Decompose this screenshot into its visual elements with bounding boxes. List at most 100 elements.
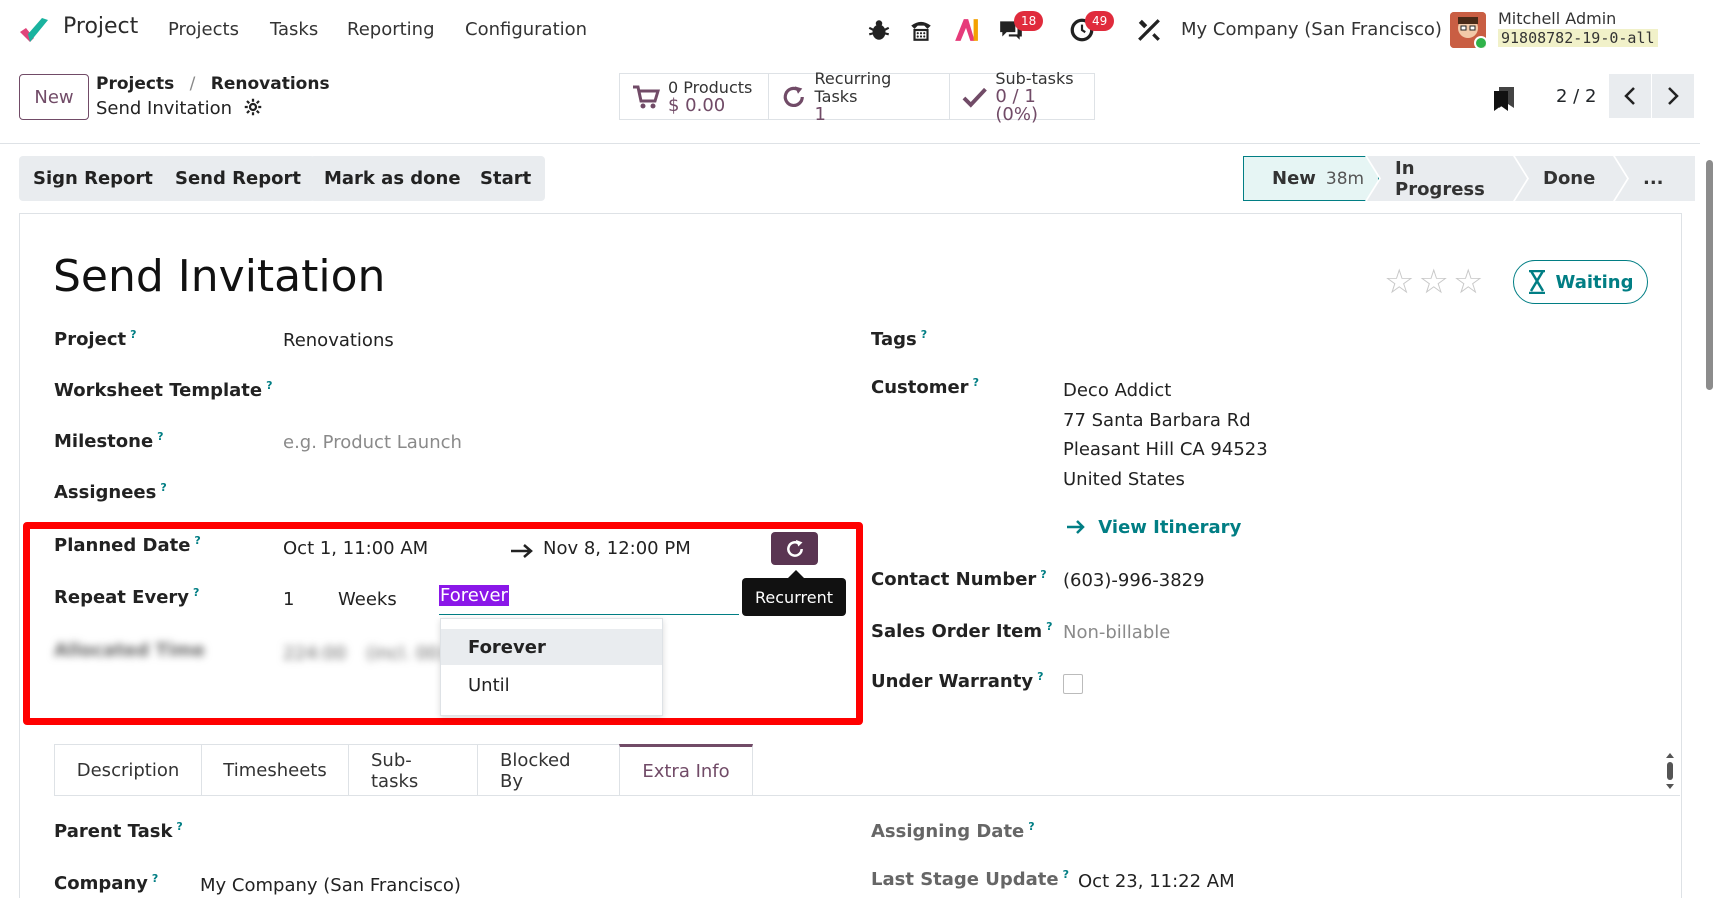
sale-line-label-text: Sales Order Item (871, 621, 1043, 642)
pager-next-button[interactable] (1652, 74, 1694, 118)
view-itinerary-link[interactable]: View Itinerary (1066, 517, 1241, 538)
stage-done[interactable]: Done (1515, 156, 1627, 201)
new-button[interactable]: New (19, 74, 89, 120)
check-icon (962, 87, 987, 108)
tab-blocked-by[interactable]: Blocked By (477, 744, 620, 796)
tags-input[interactable] (1063, 322, 1663, 352)
subtasks-progress: 0 / 1 (0%) (995, 85, 1038, 125)
repeat-type-select[interactable]: Forever (439, 585, 739, 615)
sales-order-item-value[interactable]: Non-billable (1063, 622, 1170, 643)
help-icon[interactable]: ? (266, 379, 272, 392)
planned-start-input[interactable]: Oct 1, 11:00 AM (283, 538, 428, 559)
activity-notifications[interactable]: 49 (1069, 11, 1115, 45)
customer-address[interactable]: Deco Addict 77 Santa Barbara Rd Pleasant… (1063, 376, 1268, 494)
control-panel-divider (0, 143, 1700, 144)
arrow-right-icon (1067, 520, 1085, 534)
project-field-label: Project? (54, 328, 136, 350)
help-icon[interactable]: ? (921, 328, 927, 341)
help-icon[interactable]: ? (176, 820, 182, 833)
repeat-unit-select[interactable]: Weeks (338, 589, 397, 610)
recurring-count: 1 (814, 103, 826, 125)
refresh-icon (783, 85, 804, 107)
milestone-label-text: Milestone (54, 431, 154, 452)
under-warranty-checkbox[interactable] (1063, 674, 1083, 694)
recurrent-toggle-button[interactable] (771, 532, 818, 565)
stage-in-progress[interactable]: In Progress (1367, 156, 1527, 201)
pager-previous-button[interactable] (1609, 74, 1651, 118)
breadcrumb-projects[interactable]: Projects (96, 74, 174, 94)
help-icon[interactable]: ? (1028, 820, 1034, 833)
help-icon[interactable]: ? (152, 872, 158, 885)
help-icon[interactable]: ? (194, 534, 200, 547)
app-name[interactable]: Project (63, 14, 138, 39)
page-scrollbar-thumb[interactable] (1706, 160, 1713, 390)
smart-button-subtasks[interactable]: Sub-tasks 0 / 1 (0%) (949, 69, 1095, 123)
tab-extra-info[interactable]: Extra Info (619, 744, 753, 796)
phone-icon[interactable] (908, 17, 934, 43)
stage-new[interactable]: New 38m (1243, 156, 1379, 201)
milestone-input[interactable]: e.g. Product Launch (283, 432, 462, 453)
help-icon[interactable]: ? (973, 376, 979, 389)
gear-icon[interactable] (244, 98, 262, 116)
company-field-value[interactable]: My Company (San Francisco) (200, 875, 461, 896)
worksheet-input[interactable] (283, 372, 823, 402)
tab-timesheets[interactable]: Timesheets (201, 744, 349, 796)
tab-sub-tasks[interactable]: Sub-tasks (348, 744, 478, 796)
chevron-left-icon (1624, 87, 1635, 105)
contact-number-value[interactable]: (603)-996-3829 (1063, 570, 1205, 591)
task-title[interactable]: Send Invitation (53, 251, 385, 302)
priority-stars-icon[interactable]: ☆☆☆ (1384, 262, 1487, 302)
assignees-input[interactable] (283, 476, 823, 506)
tools-icon[interactable] (1136, 17, 1162, 43)
company-switcher[interactable]: My Company (San Francisco) (1181, 19, 1442, 40)
option-until[interactable]: Until (441, 667, 662, 703)
smart-button-recurring-tasks[interactable]: Recurring Tasks 1 (768, 69, 950, 123)
assignees-field-label: Assignees? (54, 481, 167, 503)
breadcrumb-current: Send Invitation (96, 98, 262, 119)
menu-configuration[interactable]: Configuration (465, 19, 587, 40)
worksheet-label-text: Worksheet Template (54, 380, 263, 401)
planned-date-field-label: Planned Date? (54, 534, 201, 556)
repeat-label-text: Repeat Every (54, 587, 190, 608)
user-avatar[interactable] (1450, 12, 1486, 48)
chat-badge: 18 (1014, 11, 1044, 31)
user-name[interactable]: Mitchell Admin (1498, 9, 1616, 28)
tabs-divider (54, 795, 1680, 796)
breadcrumb-renovations[interactable]: Renovations (211, 74, 330, 94)
customer-city: Pleasant Hill CA 94523 (1063, 439, 1268, 460)
planned-end-input[interactable]: Nov 8, 12:00 PM (543, 538, 691, 559)
menu-tasks[interactable]: Tasks (270, 19, 318, 40)
bug-icon[interactable] (866, 17, 892, 43)
help-icon[interactable]: ? (1063, 868, 1069, 881)
pager-value[interactable]: 2 / 2 (1556, 86, 1596, 107)
help-icon[interactable]: ? (193, 586, 199, 599)
mark-as-done-button[interactable]: Mark as done (310, 156, 475, 201)
top-navbar: Project Projects Tasks Reporting Configu… (0, 0, 1719, 60)
menu-projects[interactable]: Projects (168, 19, 239, 40)
stage-new-label: New (1272, 168, 1316, 189)
send-report-button[interactable]: Send Report (161, 156, 315, 201)
chat-notifications[interactable]: 18 (998, 11, 1044, 45)
stage-more[interactable]: ... (1615, 156, 1695, 201)
option-forever[interactable]: Forever (441, 629, 662, 665)
arrow-right-icon (511, 544, 533, 558)
repeat-interval-input[interactable]: 1 (283, 589, 294, 610)
start-button[interactable]: Start (466, 156, 546, 201)
help-icon[interactable]: ? (130, 328, 136, 341)
waiting-status-button[interactable]: Waiting (1513, 260, 1648, 304)
help-icon[interactable]: ? (157, 430, 163, 443)
tab-scroll-handle-icon[interactable] (1665, 752, 1675, 790)
allocated-label-text: Allocated Time (54, 640, 205, 661)
sign-report-button[interactable]: Sign Report (19, 156, 167, 201)
help-icon[interactable]: ? (1040, 568, 1046, 581)
ai-icon[interactable] (953, 17, 979, 43)
bookmark-icon[interactable] (1493, 86, 1515, 112)
help-icon[interactable]: ? (160, 481, 166, 494)
project-app-logo-icon[interactable] (18, 14, 50, 46)
project-field-value[interactable]: Renovations (283, 330, 394, 351)
menu-reporting[interactable]: Reporting (347, 19, 435, 40)
help-icon[interactable]: ? (1037, 670, 1043, 683)
smart-button-products[interactable]: 0 Products $ 0.00 (619, 73, 769, 120)
tab-description[interactable]: Description (54, 744, 202, 796)
help-icon[interactable]: ? (1046, 620, 1052, 633)
